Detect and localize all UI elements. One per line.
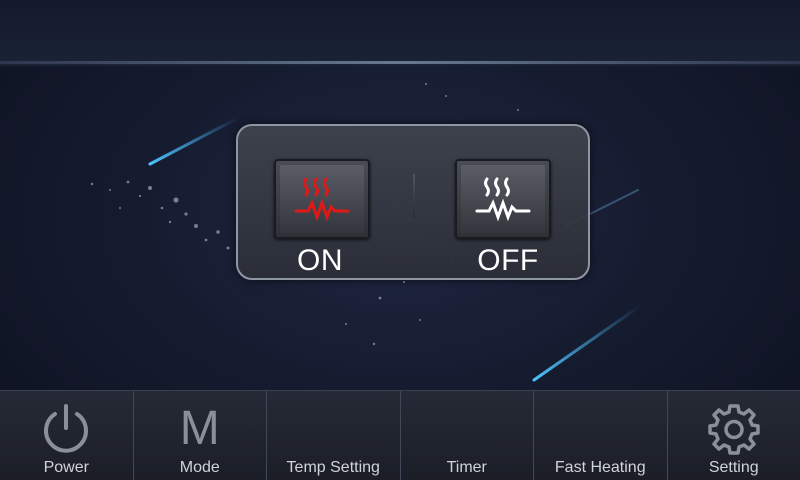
gear-icon xyxy=(668,401,800,457)
nav-mode-button[interactable]: M Mode xyxy=(134,391,267,480)
temp-setting-icon-area xyxy=(267,401,400,457)
power-icon xyxy=(0,401,133,457)
mode-glyph: M xyxy=(179,402,220,455)
heater-on-button[interactable] xyxy=(274,159,370,239)
nav-fast-heating-button[interactable]: Fast Heating xyxy=(534,391,668,480)
heater-on-button-face xyxy=(280,165,364,233)
nav-temp-setting-button[interactable]: Temp Setting xyxy=(267,391,401,480)
nav-temp-setting-label: Temp Setting xyxy=(286,459,380,476)
heater-on-label: ON xyxy=(297,244,343,277)
nav-power-button[interactable]: Power xyxy=(0,391,134,480)
nav-fast-heating-label: Fast Heating xyxy=(554,459,646,476)
heater-off-label: OFF xyxy=(477,244,539,277)
heater-off-button[interactable] xyxy=(455,159,551,239)
heater-red-icon xyxy=(294,177,350,222)
nav-setting-button[interactable]: Setting xyxy=(668,391,800,480)
mode-m-icon: M xyxy=(134,401,267,457)
nav-setting-label: Setting xyxy=(708,459,759,476)
top-bar xyxy=(0,0,800,66)
panel-divider xyxy=(413,174,415,218)
bottom-nav-bar: Power M Mode Temp Setting Timer Fast Hea… xyxy=(0,390,800,480)
nav-mode-label: Mode xyxy=(179,459,220,476)
heater-white-icon xyxy=(475,177,531,222)
top-divider xyxy=(0,61,800,64)
nav-power-label: Power xyxy=(43,459,89,476)
heater-off-button-face xyxy=(461,165,545,233)
fast-heating-icon-area xyxy=(534,401,667,457)
nav-timer-label: Timer xyxy=(446,459,487,476)
timer-icon-area xyxy=(401,401,534,457)
nav-timer-button[interactable]: Timer xyxy=(401,391,534,480)
